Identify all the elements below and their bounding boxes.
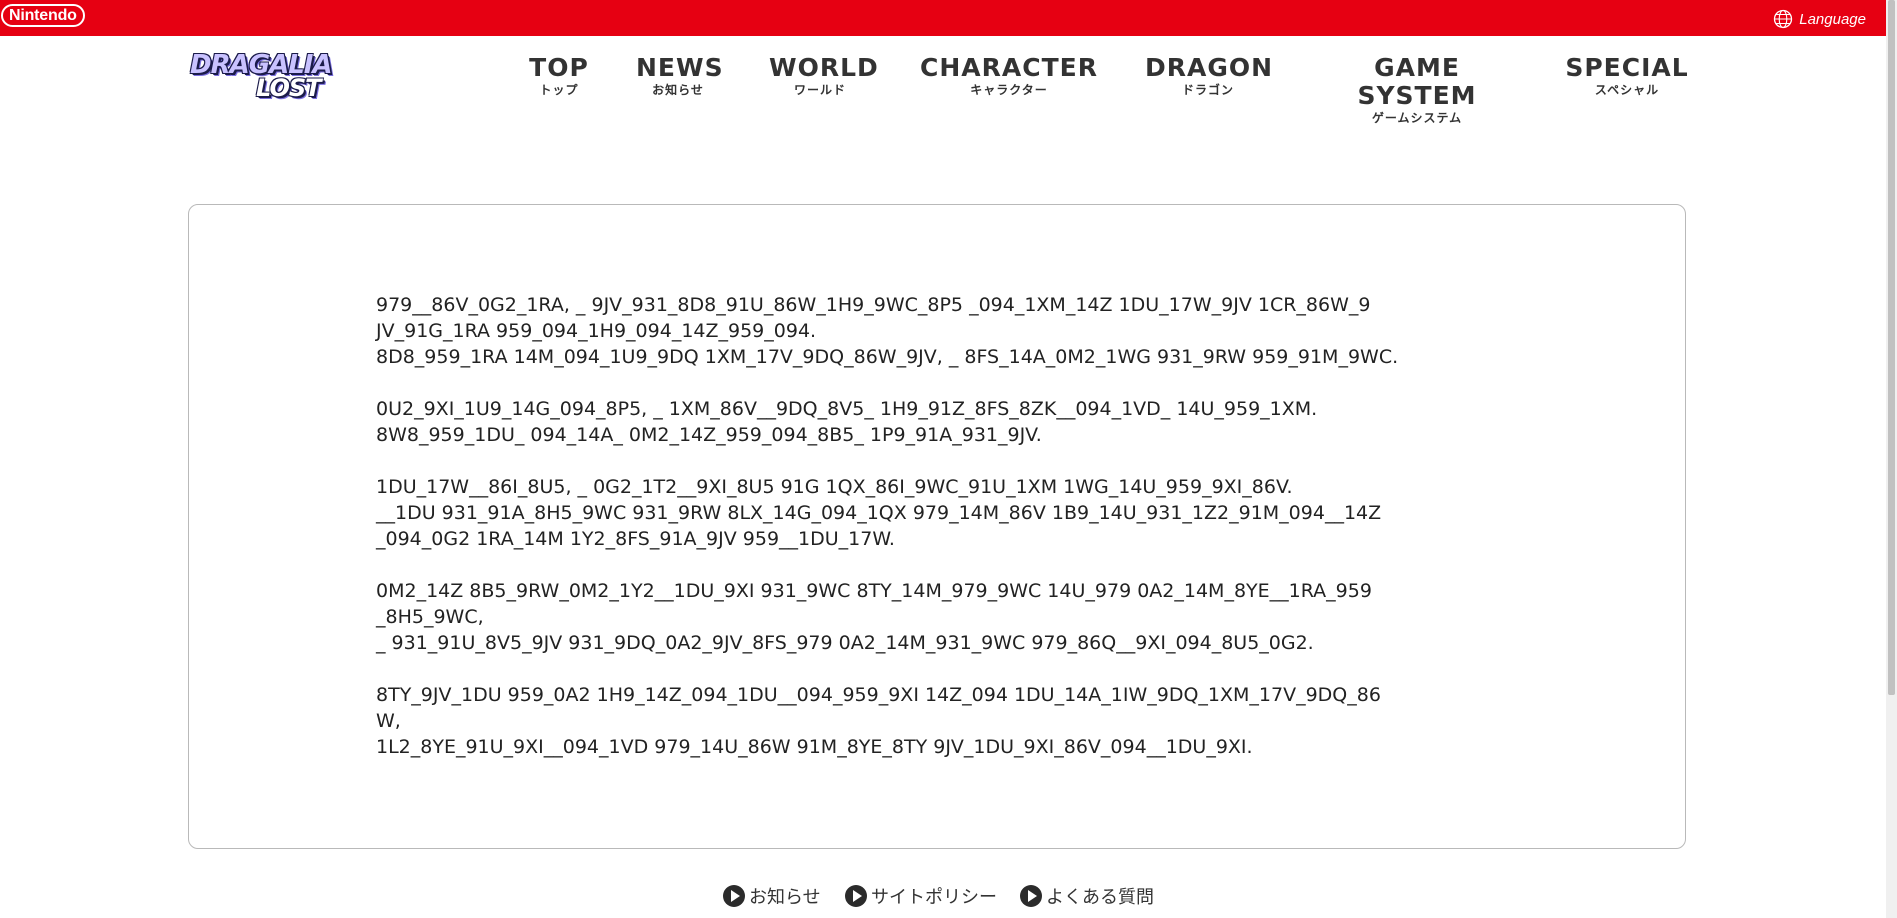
text-line: 0M2_14Z 8B5_9RW_0M2_1Y2__1DU_9XI 931_9WC… <box>376 580 1372 602</box>
nav-label-jp: ワールド <box>793 83 846 97</box>
footer-link-label: お知らせ <box>749 887 821 908</box>
article-paragraph: 0U2_9XI_1U9_14G_094_8P5, _ 1XM_86V__9DQ_… <box>376 396 1496 448</box>
nav-item-special[interactable]: SPECIAL スペシャル <box>1565 54 1689 98</box>
text-line: 979__86V_0G2_1RA, _ 9JV_931_8D8_91U_86W_… <box>376 294 1371 316</box>
nav-label-en: DRAGON <box>1145 53 1274 82</box>
text-line: _094_0G2 1RA_14M 1Y2_8FS_91A_9JV 959__1D… <box>376 528 895 550</box>
article-paragraph: 0M2_14Z 8B5_9RW_0M2_1Y2__1DU_9XI 931_9WC… <box>376 578 1496 656</box>
article-body: 979__86V_0G2_1RA, _ 9JV_931_8D8_91U_86W_… <box>376 292 1496 786</box>
text-line: JV_91G_1RA 959_094_1H9_094_14Z_959_094. <box>376 320 817 342</box>
nav-label-jp: ドラゴン <box>1181 83 1234 97</box>
text-line: W, <box>376 710 401 732</box>
nav-label-en: SPECIAL <box>1565 53 1689 82</box>
nav-label-jp: スペシャル <box>1594 83 1660 97</box>
play-arrow-icon <box>723 885 745 907</box>
footer-link-faq[interactable]: よくある質問 <box>1020 883 1154 909</box>
nintendo-topbar: Nintendo Language <box>0 0 1886 36</box>
nav-label-jp: キャラクター <box>970 83 1048 97</box>
text-line: 1L2_8YE_91U_9XI__094_1VD 979_14U_86W 91M… <box>376 736 1253 758</box>
nav-item-world[interactable]: WORLD ワールド <box>769 53 879 98</box>
text-line: 8TY_9JV_1DU 959_0A2 1H9_14Z_094_1DU__094… <box>376 684 1381 706</box>
play-arrow-icon <box>845 885 867 907</box>
nav-label-en: NEWS <box>636 53 724 82</box>
language-selector[interactable]: Language <box>1773 9 1866 29</box>
nav-label-en: WORLD <box>769 53 879 82</box>
nav-item-dragon[interactable]: DRAGON ドラゴン <box>1145 53 1274 98</box>
nav-item-news[interactable]: NEWS お知らせ <box>636 53 724 98</box>
text-line: 1DU_17W__86I_8U5, _ 0G2_1T2__9XI_8U5 91G… <box>376 476 1293 498</box>
nav-label-jp: トップ <box>539 83 579 97</box>
nav-label-en: GAME SYSTEM <box>1357 53 1477 110</box>
nav-item-top[interactable]: TOP トップ <box>529 54 589 98</box>
nav-label-en: TOP <box>529 53 589 82</box>
article-paragraph: 8TY_9JV_1DU 959_0A2 1H9_14Z_094_1DU__094… <box>376 682 1496 760</box>
text-line: _8H5_9WC, <box>376 606 484 628</box>
nav-label-jp: ゲームシステム <box>1371 111 1463 125</box>
nav-label-jp: お知らせ <box>652 83 704 97</box>
article-paragraph: 1DU_17W__86I_8U5, _ 0G2_1T2__9XI_8U5 91G… <box>376 474 1496 552</box>
footer-link-site-policy[interactable]: サイトポリシー <box>845 883 997 909</box>
text-line: _ 931_91U_8V5_9JV 931_9DQ_0A2_9JV_8FS_97… <box>376 632 1314 654</box>
footer-link-label: よくある質問 <box>1046 887 1154 908</box>
page-scrollbar[interactable] <box>1886 0 1897 918</box>
text-line: 0U2_9XI_1U9_14G_094_8P5, _ 1XM_86V__9DQ_… <box>376 398 1318 420</box>
footer-links: お知らせ サイトポリシー よくある質問 <box>0 883 1886 909</box>
footer-link-news[interactable]: お知らせ <box>723 883 821 909</box>
nav-item-game-system[interactable]: GAME SYSTEM ゲームシステム <box>1314 54 1520 126</box>
text-line: __1DU 931_91A_8H5_9WC 931_9RW 8LX_14G_09… <box>376 502 1382 524</box>
globe-icon <box>1774 9 1793 29</box>
nav-label-en: CHARACTER <box>920 53 1098 82</box>
scrollbar-thumb[interactable] <box>1888 0 1895 695</box>
text-line: 8W8_959_1DU_ 094_14A_ 0M2_14Z_959_094_8B… <box>376 424 1042 446</box>
article-paragraph: 979__86V_0G2_1RA, _ 9JV_931_8D8_91U_86W_… <box>376 292 1496 370</box>
main-nav: TOP トップ NEWS お知らせ WORLD ワールド CHARACTER キ… <box>0 53 1886 126</box>
nav-item-character[interactable]: CHARACTER キャラクター <box>919 54 1099 98</box>
text-line: 8D8_959_1RA 14M_094_1U9_9DQ 1XM_17V_9DQ_… <box>376 346 1399 368</box>
nintendo-logo[interactable]: Nintendo <box>1 4 85 27</box>
play-arrow-icon <box>1020 885 1042 907</box>
footer-link-label: サイトポリシー <box>871 887 997 908</box>
language-label: Language <box>1799 10 1866 28</box>
